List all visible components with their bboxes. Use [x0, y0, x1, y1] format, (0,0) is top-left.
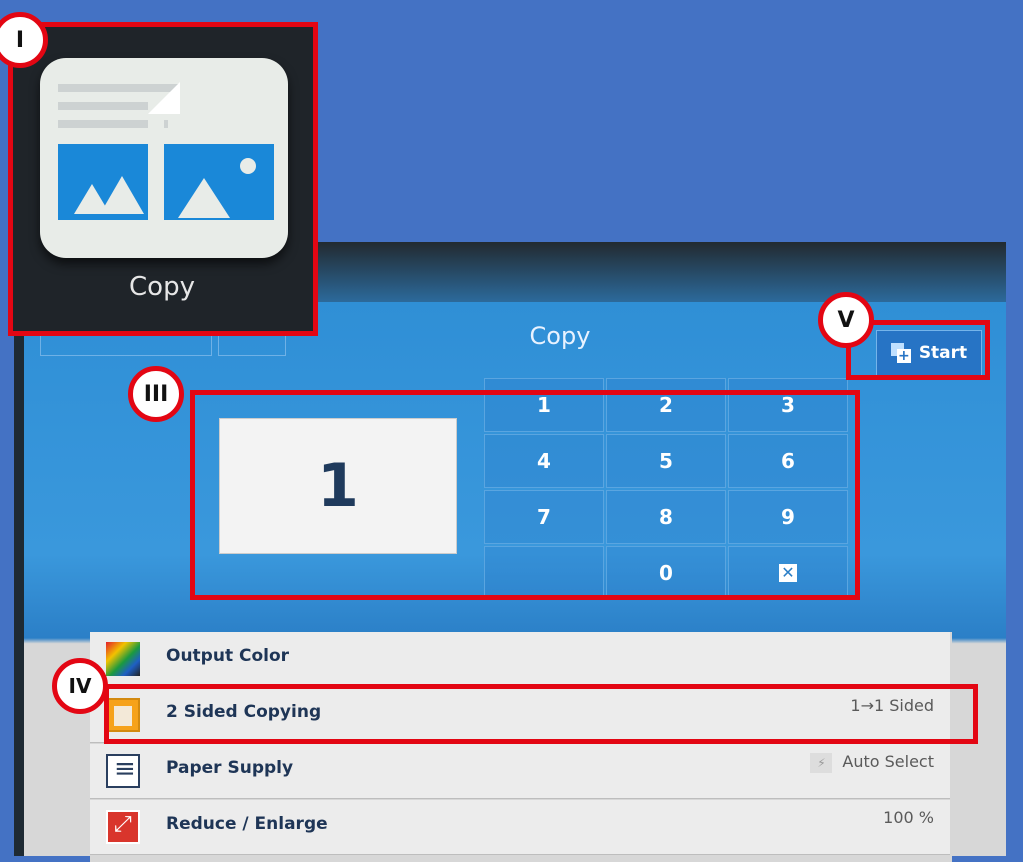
paper-supply-icon — [106, 754, 140, 788]
setting-label: Reduce / Enlarge — [166, 814, 328, 834]
annotation-box-iv — [104, 684, 978, 744]
setting-value: Auto Select — [842, 752, 934, 771]
annotation-badge-iii: III — [128, 366, 184, 422]
annotation-box-iii — [190, 390, 860, 600]
setting-reduce-enlarge[interactable]: Reduce / Enlarge 100 % — [90, 800, 950, 855]
setting-paper-supply[interactable]: Paper Supply ⚡ Auto Select — [90, 744, 950, 799]
slide-background: Copy + Start 1 1 2 3 4 5 6 7 8 9 0 ✕ Out… — [0, 0, 1023, 862]
annotation-box-i — [8, 22, 318, 336]
screen-title: Copy — [529, 322, 591, 350]
output-color-icon — [106, 642, 140, 676]
setting-output-color[interactable]: Output Color — [90, 632, 950, 687]
annotation-badge-iv: IV — [52, 658, 108, 714]
settings-list: Output Color 2 Sided Copying 1→1 Sided P… — [90, 632, 952, 862]
reduce-enlarge-icon — [106, 810, 140, 844]
setting-label: Output Color — [166, 646, 290, 666]
annotation-badge-v: V — [818, 292, 874, 348]
setting-value-wrap: ⚡ Auto Select — [810, 752, 934, 773]
setting-value: 100 % — [883, 808, 934, 827]
auto-icon: ⚡ — [810, 752, 833, 773]
setting-label: Paper Supply — [166, 758, 294, 778]
